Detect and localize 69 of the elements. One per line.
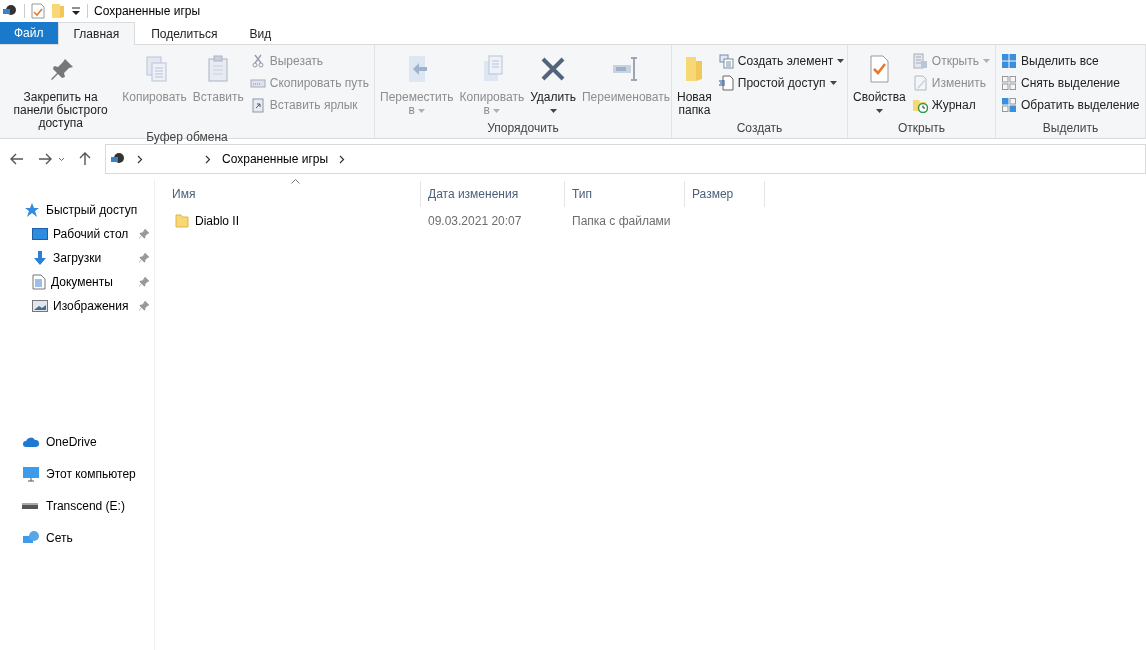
grid-icon <box>1001 96 1017 113</box>
ribbon-button[interactable]: Удалить <box>528 47 578 121</box>
column-header[interactable]: Имя <box>165 181 421 207</box>
nav-item[interactable]: Изображения <box>53 299 129 313</box>
chevron-icon[interactable] <box>205 154 211 164</box>
nav-item[interactable]: Сеть <box>46 531 73 545</box>
nav-item[interactable]: Transcend (E:) <box>46 499 125 513</box>
ribbon-button[interactable]: Создать элемент <box>717 51 845 70</box>
nav-item[interactable]: Рабочий стол <box>53 227 129 241</box>
open-icon <box>911 52 928 69</box>
desktop-icon <box>32 227 48 241</box>
type-cell-text: Папка с файлами <box>571 214 672 228</box>
ribbon-button[interactable]: Выделить все <box>1001 51 1140 70</box>
shortcut-icon <box>249 96 266 113</box>
grid-icon <box>1001 74 1017 91</box>
pin-icon[interactable] <box>139 253 149 263</box>
window-title: Сохраненные игры <box>94 4 201 18</box>
group-label: Открыть <box>896 121 947 137</box>
monitor-icon <box>22 466 40 482</box>
properties-icon[interactable] <box>31 3 45 19</box>
dropdown-icon[interactable] <box>71 6 81 16</box>
pin-icon[interactable] <box>139 229 149 239</box>
pin-icon[interactable] <box>139 277 149 287</box>
date-cell-text: 09.03.2021 20:07 <box>427 214 523 228</box>
address-bar[interactable]: Сохраненные игры <box>105 144 1146 174</box>
star-icon <box>24 202 40 218</box>
ribbon-tab[interactable]: Поделиться <box>135 22 234 44</box>
ribbon-button[interactable]: Свойства <box>851 47 908 121</box>
nav-item[interactable]: OneDrive <box>46 435 97 449</box>
document-icon <box>717 74 734 91</box>
ribbon-tab[interactable]: Вид <box>233 22 288 44</box>
cloud-icon <box>22 436 40 448</box>
download-arrow-icon <box>32 250 48 266</box>
forward-icon[interactable] <box>38 153 52 165</box>
edit-icon <box>911 74 928 91</box>
ribbon-button[interactable]: Новая папка <box>675 47 714 121</box>
ribbon-tab[interactable]: Главная <box>57 22 136 45</box>
document-icon <box>32 274 46 290</box>
grid-icon <box>1001 52 1017 69</box>
column-header[interactable]: Размер <box>685 181 765 207</box>
pin-icon[interactable] <box>139 301 149 311</box>
ribbon-button[interactable]: Закрепить на панели быстрого доступа <box>3 47 119 130</box>
file-tab[interactable]: Файл <box>0 22 58 44</box>
image-icon <box>32 299 48 313</box>
nav-item[interactable]: Быстрый доступ <box>46 203 138 217</box>
nav-item[interactable]: Документы <box>51 275 113 289</box>
ribbon-button[interactable]: Обратить выделение <box>1001 95 1140 114</box>
caret-icon[interactable] <box>58 156 65 162</box>
group-label: Выделить <box>1041 121 1100 137</box>
back-icon[interactable] <box>10 153 24 165</box>
path-segment[interactable]: Сохраненные игры <box>222 152 329 166</box>
chevron-icon[interactable] <box>137 154 143 164</box>
column-header[interactable]: Тип <box>565 181 685 207</box>
chevron-icon[interactable] <box>339 154 346 164</box>
ribbon-button[interactable]: Снять выделение <box>1001 73 1140 92</box>
group-label: Упорядочить <box>486 121 560 137</box>
nav-item[interactable]: Загрузки <box>53 251 102 265</box>
folder-icon <box>174 213 190 229</box>
up-arrow-icon[interactable] <box>79 152 91 166</box>
scissors-icon <box>249 52 266 69</box>
new-item-icon <box>717 52 734 69</box>
ribbon-button[interactable]: Журнал <box>911 95 990 114</box>
drive-icon <box>22 503 38 509</box>
group-label: Буфер обмена <box>145 130 229 146</box>
ribbon-button[interactable]: Простой доступ <box>717 73 845 92</box>
group-label: Создать <box>735 121 784 137</box>
column-header[interactable]: Дата изменения <box>421 181 565 207</box>
nav-item[interactable]: Этот компьютер <box>46 467 136 481</box>
file-name-cell[interactable]: Diablo II <box>165 213 421 229</box>
